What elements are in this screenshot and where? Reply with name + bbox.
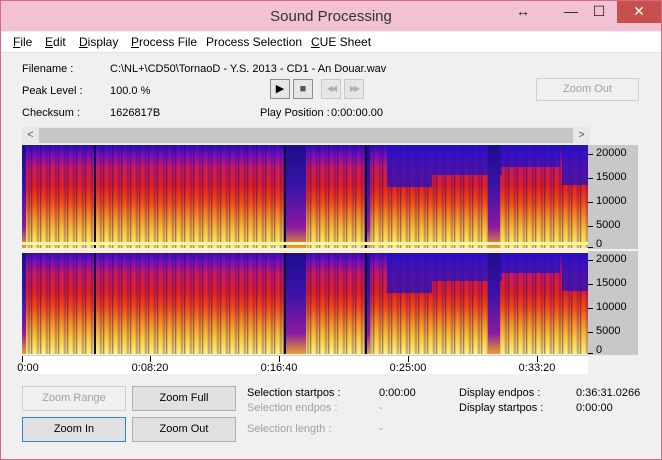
frequency-axis-channel-1: 20000 15000 10000 5000 0 [588, 145, 638, 250]
y-tick-label: 10000 [596, 301, 627, 313]
scroll-thumb[interactable] [39, 128, 573, 143]
stop-icon: ■ [299, 83, 307, 95]
minimize-button[interactable]: — [558, 1, 584, 23]
scroll-left-icon[interactable]: < [22, 127, 39, 144]
menu-file[interactable]: File [13, 35, 32, 49]
menu-edit[interactable]: Edit [45, 35, 66, 49]
menu-accel: P [131, 35, 140, 49]
menu-label: ile [20, 35, 33, 49]
display-endpos-value: 0:36:31.0266 [576, 387, 641, 399]
x-tick-label: 0:25:00 [389, 362, 427, 374]
y-tick-label: 20000 [596, 253, 627, 265]
x-tick-label: 0:16:40 [260, 362, 298, 374]
menu-bar: File Edit Display Process File Process S… [1, 32, 661, 53]
play-position-label: Play Position : [260, 107, 330, 119]
menu-accel: E [45, 35, 54, 49]
filename-value: C:\NL+\CD50\TornaoD - Y.S. 2013 - CD1 - … [110, 63, 387, 75]
menu-cue-sheet[interactable]: CUE Sheet [311, 35, 371, 49]
x-tick-label: 0:00 [17, 362, 39, 374]
peak-level-value: 100.0 % [110, 85, 151, 97]
spectrogram-channel-1[interactable] [22, 145, 588, 248]
scroll-right-icon[interactable]: > [573, 127, 590, 144]
selection-endpos-value: - [379, 402, 383, 414]
frequency-axis-channel-2: 20000 15000 10000 5000 0 [588, 251, 638, 356]
fast-forward-icon: ▶▶ [349, 84, 360, 93]
peak-level-label: Peak Level : [22, 85, 83, 97]
menu-label: dit [53, 35, 66, 49]
y-tick-label: 15000 [596, 171, 627, 183]
fast-forward-button[interactable]: ▶▶ [344, 79, 364, 99]
selection-startpos-label: Selection startpos : [247, 387, 341, 399]
play-position-value: 0:00:00.00 [331, 107, 383, 119]
stop-button[interactable]: ■ [293, 79, 313, 99]
rewind-icon: ◀◀ [326, 84, 337, 93]
play-button[interactable]: ▶ [270, 79, 290, 99]
menu-accel: D [79, 35, 88, 49]
maximize-button[interactable]: ☐ [586, 1, 612, 23]
zoom-out-button[interactable]: Zoom Out [132, 417, 236, 442]
restore-size-icon[interactable]: ↔ [513, 1, 533, 23]
selection-startpos-value: 0:00:00 [379, 387, 416, 399]
filename-label: Filename : [22, 63, 74, 75]
play-icon: ▶ [275, 83, 285, 95]
menu-label: UE Sheet [319, 35, 372, 49]
y-tick-label: 5000 [596, 325, 621, 337]
y-tick-label: 5000 [596, 219, 621, 231]
app-window: Sound Processing ↔ — ☐ ✕ File Edit Displ… [0, 0, 662, 460]
menu-process-selection[interactable]: Process Selection [206, 35, 302, 49]
zoom-range-button[interactable]: Zoom Range [22, 386, 126, 411]
x-tick-label: 0:33:20 [518, 362, 556, 374]
title-bar: Sound Processing ↔ — ☐ ✕ [1, 1, 661, 31]
selection-length-value: - [379, 423, 383, 435]
menu-label: isplay [87, 35, 119, 49]
y-tick-label: 0 [596, 238, 603, 250]
y-tick-label: 20000 [596, 147, 627, 159]
menu-process-file[interactable]: Process File [131, 35, 197, 49]
display-endpos-label: Display endpos : [459, 387, 541, 399]
horizontal-scrollbar[interactable]: < > [22, 127, 590, 144]
y-tick-label: 0 [596, 344, 603, 356]
selection-length-label: Selection length : [247, 423, 332, 435]
close-button[interactable]: ✕ [617, 1, 661, 23]
display-startpos-value: 0:00:00 [576, 402, 613, 414]
spectrogram-channel-2[interactable] [22, 251, 588, 354]
zoom-full-button[interactable]: Zoom Full [132, 386, 236, 411]
y-tick-label: 10000 [596, 195, 627, 207]
display-startpos-label: Display startpos : [459, 402, 544, 414]
menu-display[interactable]: Display [79, 35, 118, 49]
checksum-value: 1626817B [110, 107, 161, 119]
menu-label: Process Selection [206, 35, 303, 49]
menu-label: rocess File [139, 35, 198, 49]
y-tick-label: 15000 [596, 277, 627, 289]
zoom-in-button[interactable]: Zoom In [22, 417, 126, 442]
rewind-button[interactable]: ◀◀ [321, 79, 341, 99]
zoom-out-top-button[interactable]: Zoom Out [536, 78, 639, 101]
checksum-label: Checksum : [22, 107, 81, 119]
x-tick-label: 0:08:20 [131, 362, 169, 374]
menu-accel: C [311, 35, 320, 49]
time-axis: 0:00 0:08:20 0:16:40 0:25:00 0:33:20 [17, 355, 588, 374]
selection-endpos-label: Selection endpos : [247, 402, 338, 414]
